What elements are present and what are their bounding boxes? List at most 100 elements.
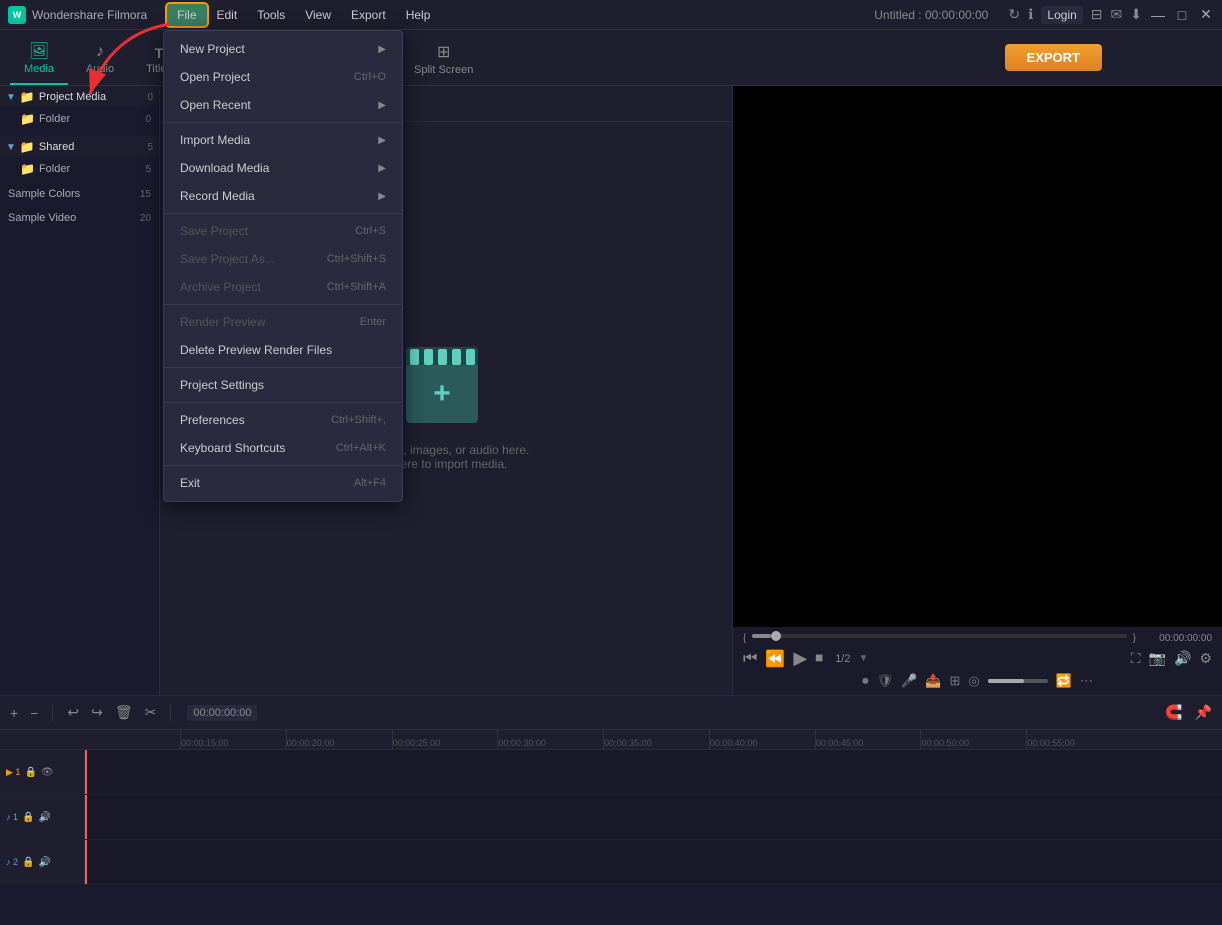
loop-button[interactable]: 🔁 [1056,673,1072,689]
export-button[interactable]: EXPORT [1005,44,1102,71]
track-3-body[interactable] [85,840,1222,884]
shield-button[interactable]: 🛡 [877,673,894,689]
more-button[interactable]: ⋯ [1080,673,1093,689]
volume-button[interactable]: 🔊 [1174,650,1191,667]
sample-colors-label: Sample Colors [8,188,80,200]
menu-download-media[interactable]: Download Media ▶ [164,154,402,182]
info-icon[interactable]: ℹ [1028,6,1033,23]
ratio-dropdown-icon[interactable]: ▼ [858,653,868,664]
ruler-mark-5: 00:00:40:00 [709,730,815,750]
sidebar-folder[interactable]: 📁 Folder 0 [12,106,159,132]
menu-keyboard-shortcuts[interactable]: Keyboard Shortcuts Ctrl+Alt+K [164,434,402,462]
folder-count: 0 [145,114,151,125]
play-button[interactable]: ▶ [793,648,807,669]
record-button[interactable]: ⏺ [862,673,869,689]
menu-file[interactable]: File [167,4,206,26]
step-back-button[interactable]: ⏪ [765,649,785,669]
render-preview-shortcut: Enter [360,316,386,328]
track-1-num: ▶ 1 [6,767,20,778]
menu-delete-preview[interactable]: Delete Preview Render Files [164,336,402,364]
fullscreen-button[interactable]: ⛶ [1131,650,1141,667]
close-button[interactable]: ✕ [1198,7,1214,23]
menu-export[interactable]: Export [341,4,396,26]
menu-edit[interactable]: Edit [207,4,248,26]
timeline-current-time: 00:00:00:00 [187,705,257,721]
menu-project-settings[interactable]: Project Settings [164,371,402,399]
message-icon[interactable]: ✉ [1111,6,1123,23]
menu-tools[interactable]: Tools [247,4,295,26]
drop-text-2: k here to import media. [385,457,508,471]
sidebar-shared-folder[interactable]: 📁 Folder 5 [12,156,159,182]
magnet-button[interactable]: 🧲 [1163,702,1184,723]
menu-save-project[interactable]: Save Project Ctrl+S [164,217,402,245]
menu-open-project[interactable]: Open Project Ctrl+O [164,63,402,91]
tab-media[interactable]: 🖼 Media [10,35,68,85]
redo-button[interactable]: ↪ [89,702,105,723]
preview-progress-bar[interactable] [752,634,1126,638]
ruler-mark-6: 00:00:45:00 [815,730,921,750]
undo-button[interactable]: ↩ [65,702,81,723]
ruler-mark-3: 00:00:30:00 [497,730,603,750]
sample-colors-count: 15 [140,189,151,200]
shared-media-label: Shared [39,141,74,153]
ruler-mark-1: 00:00:20:00 [286,730,392,750]
timeline-ruler: 00:00:15:00 00:00:20:00 00:00:25:00 00:0… [0,730,1222,750]
refresh-icon[interactable]: ↻ [1008,6,1020,23]
open-recent-arrow: ▶ [378,100,386,111]
track-3-vol[interactable]: 🔊 [38,857,50,868]
mic-button[interactable]: 🎤 [901,673,917,689]
menu-preferences[interactable]: Preferences Ctrl+Shift+, [164,406,402,434]
snapshot-button[interactable]: 📷 [1149,650,1166,667]
skip-back-button[interactable]: ⏮ [743,650,757,668]
menu-help[interactable]: Help [396,4,441,26]
menu-open-recent[interactable]: Open Recent ▶ [164,91,402,119]
open-project-label: Open Project [180,70,250,84]
window-title: Untitled : 00:00:00:00 [874,8,988,22]
menu-archive-project[interactable]: Archive Project Ctrl+Shift+A [164,273,402,301]
menu-import-media[interactable]: Import Media ▶ [164,126,402,154]
login-button[interactable]: Login [1041,6,1082,24]
track-3-lock[interactable]: 🔒 [22,857,34,868]
grid2-button[interactable]: ⊞ [949,673,960,689]
sidebar-sample-colors[interactable]: Sample Colors 15 [0,182,159,206]
add-track-button[interactable]: + [8,703,20,723]
track-1-body[interactable] [85,750,1222,794]
track-2-header: ♪ 1 🔒 🔊 [0,795,85,839]
folder-label: Folder [39,113,70,125]
download-icon[interactable]: ⬇ [1130,6,1142,23]
tab-split-screen[interactable]: ⊞ Split Screen [404,38,483,80]
new-project-arrow: ▶ [378,44,386,55]
cut-button[interactable]: ✂ [143,702,159,723]
export2-button[interactable]: 📤 [925,673,941,689]
tab-audio-label: Audio [86,63,114,75]
maximize-button[interactable]: □ [1174,7,1190,23]
menu-view[interactable]: View [295,4,341,26]
menu-save-project-as[interactable]: Save Project As... Ctrl+Shift+S [164,245,402,273]
volume-slider[interactable] [988,679,1048,683]
track-1-eye[interactable]: 👁 [41,767,54,778]
menu-exit[interactable]: Exit Alt+F4 [164,469,402,497]
tab-audio[interactable]: ♪ Audio [72,37,128,85]
sample-video-count: 20 [140,213,151,224]
preferences-shortcut: Ctrl+Shift+, [331,414,386,426]
sidebar-project-media[interactable]: ▼ 📁 Project Media 0 [0,86,159,106]
menu-new-project[interactable]: New Project ▶ [164,35,402,63]
menu-record-media[interactable]: Record Media ▶ [164,182,402,210]
track-2-vol[interactable]: 🔊 [38,812,50,823]
track-1-lock[interactable]: 🔒 [24,767,36,778]
sidebar-shared-media[interactable]: ▼ 📁 Shared 5 [0,136,159,156]
track-2-body[interactable] [85,795,1222,839]
settings-button[interactable]: ⚙ [1199,650,1212,667]
delete-button[interactable]: 🗑 [113,702,135,723]
pin-button[interactable]: 📌 [1193,702,1214,723]
stop-button[interactable]: ⏹ [815,650,823,668]
media-icon: 🖼 [29,41,49,61]
progress-left-bracket: { [743,633,746,644]
minimize-button[interactable]: — [1150,7,1166,23]
menu-render-preview[interactable]: Render Preview Enter [164,308,402,336]
circle-button[interactable]: ◎ [968,673,979,689]
sidebar-sample-video[interactable]: Sample Video 20 [0,206,159,230]
layout-icon[interactable]: ⊟ [1091,6,1103,23]
minus-track-button[interactable]: − [28,703,40,723]
track-2-lock[interactable]: 🔒 [22,812,34,823]
